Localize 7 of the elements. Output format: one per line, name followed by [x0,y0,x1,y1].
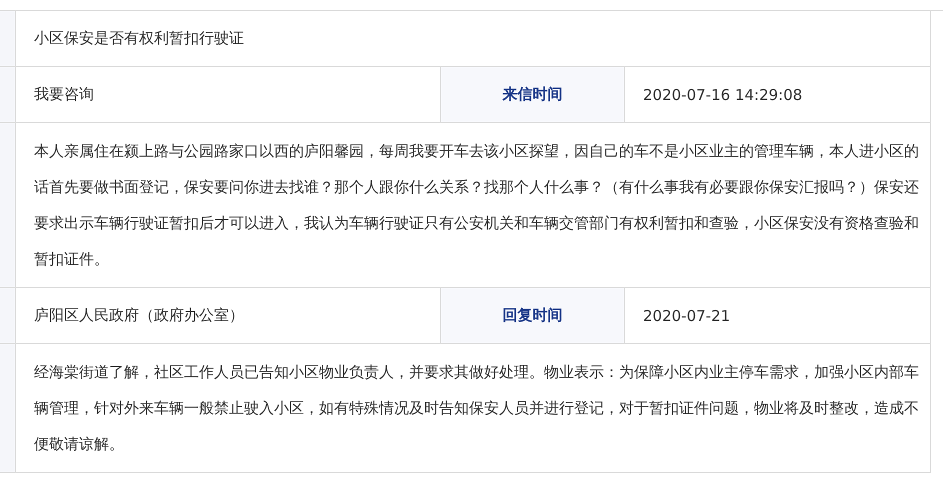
time-label: 来信时间 [441,67,625,123]
reply-time: 2020-07-21 [625,288,931,344]
time-label: 回复时间 [441,288,625,344]
letter-time: 2020-07-16 14:29:08 [625,67,931,123]
letter-body: 本人亲属住在颍上路与公园路家口以西的庐阳馨园，每周我要开车去该小区探望，因自己的车不是小区业主的管理车辆，本人进小区的话首先要做书面登记，保安要问你进去找谁？那个人跟你什么关系？找那个人什么事？（有什么事我有必要跟你保安汇报吗？）保安还要求出示车辆行驶证暂扣后才可以进入，我认为车辆行驶证只有公安机关和车辆交管部门有权利暂扣和查验，小区保安没有资格查验和暂扣证件。 [34,142,919,268]
letter-title: 小区保安是否有权利暂扣行驶证 [34,29,244,48]
reply-body: 经海棠街道了解，社区工作人员已告知小区物业负责人，并要求其做好处理。物业表示：为保障小区内业主停车需求，加强小区内部车辆管理，针对外来车辆一般禁止驶入小区，如有特殊情况及时告知保安人员并进行登记，对于暂扣证件问题，物业将及时整改，造成不便敬请谅解。 [34,363,919,453]
